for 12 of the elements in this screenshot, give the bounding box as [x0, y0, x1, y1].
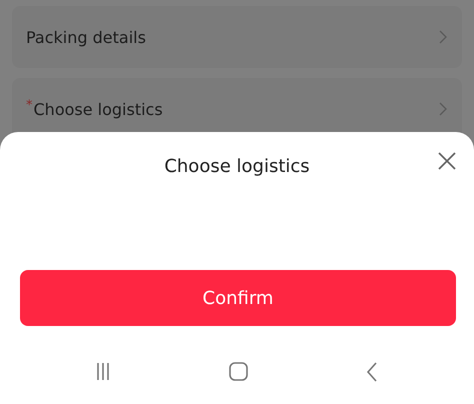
row-card[interactable]: Packing details	[12, 6, 462, 68]
confirm-button[interactable]: Confirm	[20, 270, 456, 326]
required-mark: *	[26, 98, 32, 112]
home-icon[interactable]	[228, 362, 248, 381]
recents-icon[interactable]	[96, 362, 110, 381]
sheet-title: Choose logistics	[164, 156, 310, 179]
close-icon[interactable]	[438, 152, 456, 170]
chevron-right-icon	[438, 29, 448, 45]
row-label: Choose logistics	[34, 100, 163, 118]
row-label: Packing details	[26, 28, 146, 46]
back-icon[interactable]	[366, 362, 378, 382]
chevron-right-icon	[438, 101, 448, 117]
